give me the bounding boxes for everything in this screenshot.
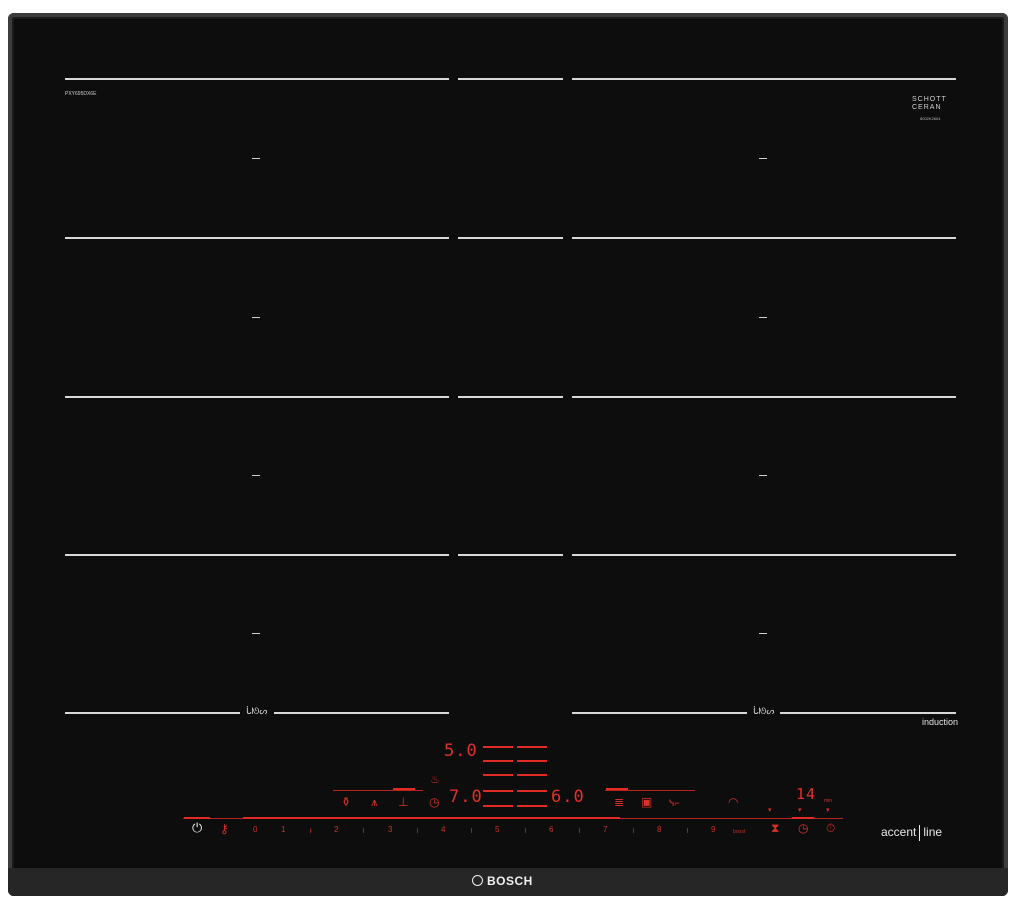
function-line [333,790,423,791]
zone-line [458,396,563,398]
slider-number[interactable]: 7 [603,825,607,834]
model-code: PXY695DX6E [65,91,97,97]
level-bar [483,790,513,792]
zone-line [458,554,563,556]
brand-logo: BOSCH [472,874,533,888]
slider-number[interactable]: 8 [657,825,661,834]
zone-line [458,237,563,239]
series-label: accent line [881,825,942,841]
induction-label: induction [922,717,959,727]
zone-line [458,78,563,80]
power-icon[interactable]: ⏻ [192,821,202,834]
zone-line [65,237,449,239]
zone-center-mark [759,633,767,634]
slider-number[interactable]: 1 [281,825,285,834]
zone-line [572,396,956,398]
slider-number[interactable]: 5 [495,825,499,834]
timer-marker-line [792,817,814,819]
pan-icon[interactable]: ⊥ [398,796,408,808]
display-front-left: 7.0 [449,787,483,807]
boost-button[interactable]: boost [733,829,745,835]
series-right: line [923,825,943,840]
move-icon[interactable]: ≣ [614,796,624,808]
level-bar [517,774,547,776]
glass-code: 8002K2604 [920,116,941,121]
slider-tick [579,828,580,833]
flex-zone-icon[interactable]: ᓭ⌐ [669,797,680,809]
child-lock-icon[interactable]: ⚷ [220,823,229,835]
stopwatch-icon[interactable]: ⏱ [826,822,835,834]
slider-fill [243,817,620,819]
function-line [393,788,415,790]
function-line [605,790,695,791]
hourglass-icon[interactable]: ⧗ [771,822,779,834]
pot-icon[interactable]: ⚱ [341,796,351,808]
timer-marker: ▾ [826,807,830,814]
slider-tick [633,828,634,833]
zone-center-mark [252,633,260,634]
zone-center-mark [759,475,767,476]
level-bar [483,805,513,807]
zone-line [572,78,956,80]
level-bar [517,760,547,762]
zone-center-mark [252,158,260,159]
function-line [606,788,628,790]
brand-name: BOSCH [487,874,533,888]
zone-line [572,237,956,239]
level-bar [517,805,547,807]
zone-line [274,712,449,714]
slider-number[interactable]: 6 [549,825,553,834]
level-bar [483,774,513,776]
slider-tick [687,828,688,833]
slider-number[interactable]: 2 [334,825,338,834]
zone-line [65,554,449,556]
slider-tick [363,828,364,833]
zone-center-mark [759,158,767,159]
clock-icon[interactable]: ◷ [429,796,439,808]
cooktop-glass [8,13,1008,896]
zone-center-mark [252,475,260,476]
wifi-icon[interactable]: ◠ [728,796,738,808]
slider-number[interactable]: 3 [388,825,392,834]
zone-center-mark [252,317,260,318]
level-bar [517,790,547,792]
power-marker [184,817,210,819]
zone-line [65,396,449,398]
display-front-top: 5.0 [444,741,478,761]
level-bar [483,746,513,748]
display-front-right: 6.0 [551,787,585,807]
zone-center-mark [759,317,767,318]
power-move-icon[interactable]: ▣ [641,796,652,808]
flex-zone-icon: ᒑᘚᔕ [246,706,268,716]
slider-number[interactable]: 0 [253,825,257,834]
schott-ceran-logo: SCHOTT CERAN [912,96,947,112]
zone-line [780,712,956,714]
timer-icon[interactable]: ◷ [798,822,808,834]
slider-tick [525,828,526,833]
bosch-armature-icon [472,875,483,886]
zone-line [65,712,240,714]
frying-sensor-icon[interactable]: ♨ [430,774,440,786]
timer-marker: ▾ [768,807,772,814]
zone-line [572,554,956,556]
keep-warm-icon[interactable]: ⩚ [371,796,378,808]
slider-number[interactable]: 4 [441,825,445,834]
slider-tick [471,828,472,833]
glass-brand-line2: CERAN [912,104,942,111]
glass-brand-line1: SCHOTT [912,96,947,103]
level-bar [483,760,513,762]
timer-marker: ▾ [798,807,802,814]
slider-tick [417,828,418,833]
zone-line [572,712,747,714]
zone-line [65,78,449,80]
slider-tick [310,828,311,833]
slider-number[interactable]: 9 [711,825,715,834]
series-left: accent [881,825,917,840]
display-timer: 14 [796,785,817,803]
flex-zone-icon: ᒑᘚᔕ [753,706,775,716]
level-bar [517,746,547,748]
